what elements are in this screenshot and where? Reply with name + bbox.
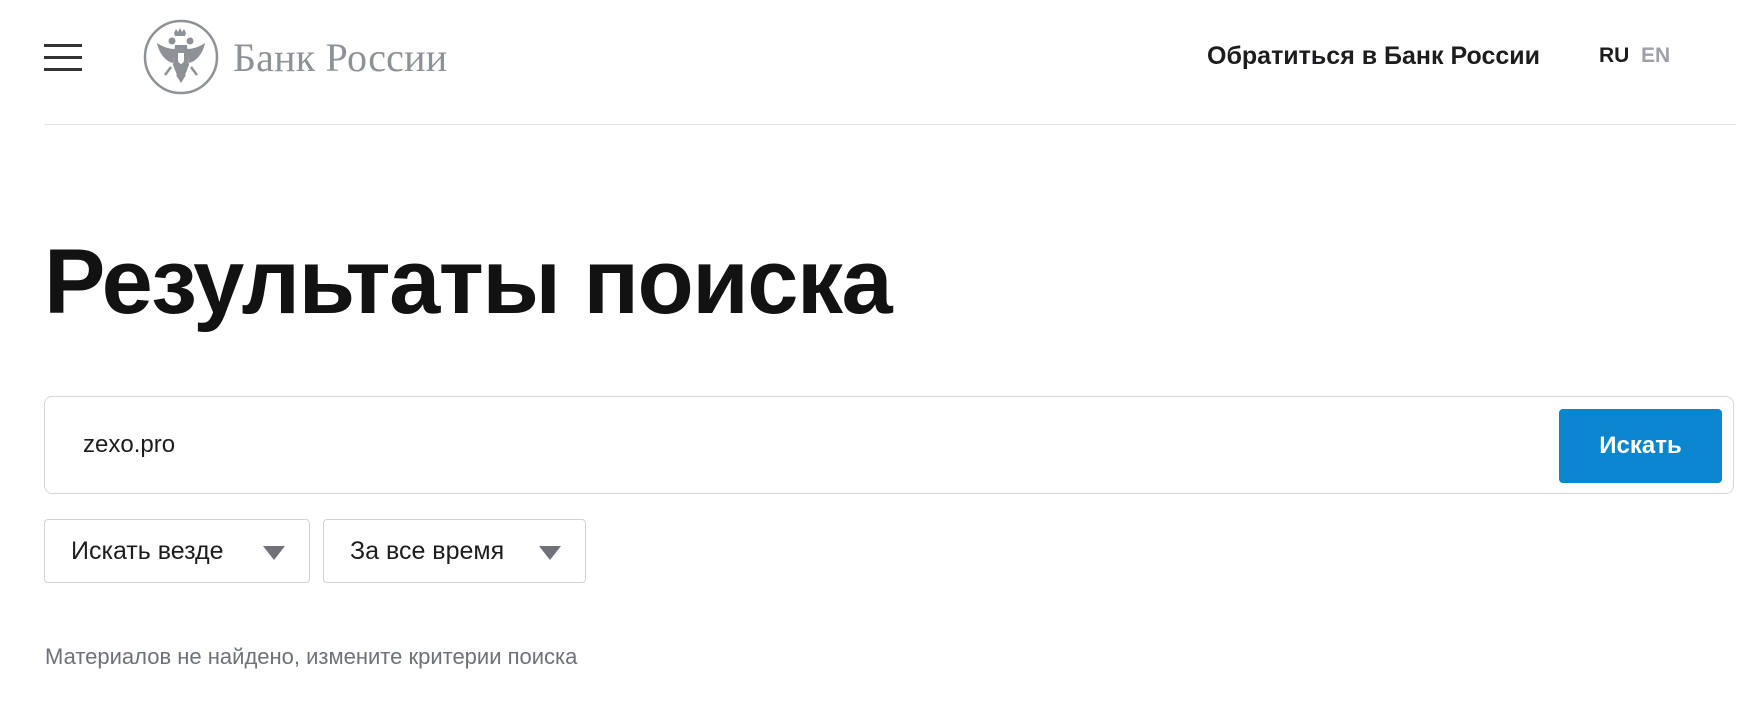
- lang-en-link[interactable]: EN: [1641, 44, 1670, 68]
- triangle-down-icon: [539, 546, 561, 560]
- scope-filter-label: Искать везде: [71, 536, 224, 565]
- logo-text: Банк России: [233, 34, 448, 80]
- menu-bar: [44, 68, 82, 71]
- eagle-emblem-icon: [143, 19, 219, 95]
- site-header: Банк России Обратиться в Банк России RU …: [44, 0, 1736, 125]
- page-title: Результаты поиска: [44, 231, 893, 333]
- menu-bar: [44, 44, 82, 47]
- page: Банк России Обратиться в Банк России RU …: [0, 0, 1760, 726]
- bank-logo[interactable]: Банк России: [143, 18, 447, 96]
- menu-bar: [44, 56, 82, 59]
- triangle-down-icon: [263, 546, 285, 560]
- scope-filter-dropdown[interactable]: Искать везде: [44, 519, 310, 583]
- menu-icon[interactable]: [44, 44, 82, 71]
- contact-bank-link[interactable]: Обратиться в Банк России: [1207, 42, 1540, 71]
- lang-ru-link[interactable]: RU: [1599, 44, 1629, 68]
- search-button[interactable]: Искать: [1559, 409, 1722, 483]
- period-filter-dropdown[interactable]: За все время: [323, 519, 586, 583]
- period-filter-label: За все время: [350, 536, 505, 565]
- search-input[interactable]: [83, 423, 1383, 467]
- search-box: Искать: [44, 396, 1734, 494]
- no-results-message: Материалов не найдено, измените критерии…: [45, 644, 578, 669]
